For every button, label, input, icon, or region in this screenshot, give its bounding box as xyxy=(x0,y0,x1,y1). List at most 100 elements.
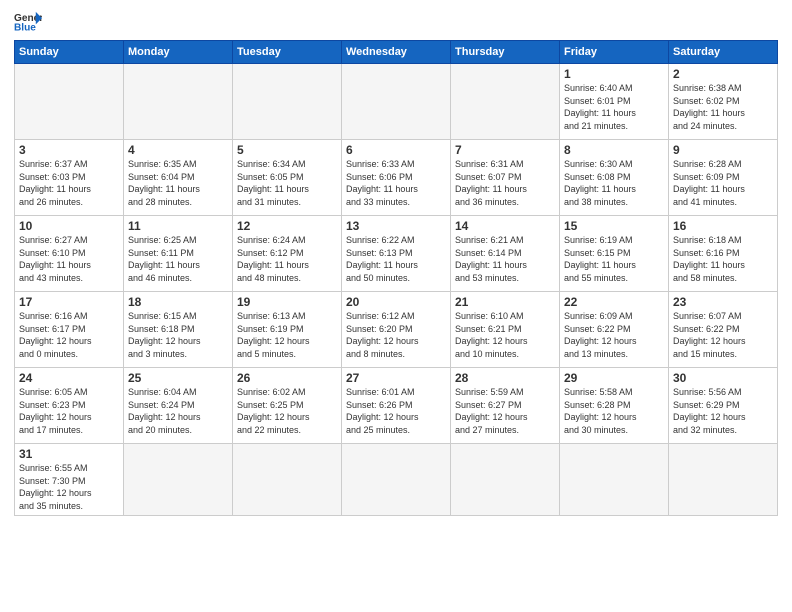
calendar-cell: 5Sunrise: 6:34 AM Sunset: 6:05 PM Daylig… xyxy=(233,140,342,216)
calendar-cell: 25Sunrise: 6:04 AM Sunset: 6:24 PM Dayli… xyxy=(124,368,233,444)
day-info: Sunrise: 5:58 AM Sunset: 6:28 PM Dayligh… xyxy=(564,386,664,436)
day-number: 22 xyxy=(564,295,664,309)
day-number: 1 xyxy=(564,67,664,81)
calendar-cell: 31Sunrise: 6:55 AM Sunset: 7:30 PM Dayli… xyxy=(15,444,124,516)
day-info: Sunrise: 6:12 AM Sunset: 6:20 PM Dayligh… xyxy=(346,310,446,360)
day-number: 26 xyxy=(237,371,337,385)
week-row-5: 31Sunrise: 6:55 AM Sunset: 7:30 PM Dayli… xyxy=(15,444,778,516)
day-number: 24 xyxy=(19,371,119,385)
header: General Blue xyxy=(14,10,778,34)
calendar-cell: 17Sunrise: 6:16 AM Sunset: 6:17 PM Dayli… xyxy=(15,292,124,368)
calendar-cell xyxy=(342,444,451,516)
day-number: 29 xyxy=(564,371,664,385)
week-row-2: 10Sunrise: 6:27 AM Sunset: 6:10 PM Dayli… xyxy=(15,216,778,292)
weekday-header-thursday: Thursday xyxy=(451,41,560,64)
logo: General Blue xyxy=(14,10,42,34)
week-row-1: 3Sunrise: 6:37 AM Sunset: 6:03 PM Daylig… xyxy=(15,140,778,216)
day-info: Sunrise: 6:10 AM Sunset: 6:21 PM Dayligh… xyxy=(455,310,555,360)
day-number: 25 xyxy=(128,371,228,385)
week-row-3: 17Sunrise: 6:16 AM Sunset: 6:17 PM Dayli… xyxy=(15,292,778,368)
calendar-cell: 22Sunrise: 6:09 AM Sunset: 6:22 PM Dayli… xyxy=(560,292,669,368)
weekday-header-saturday: Saturday xyxy=(669,41,778,64)
weekday-header-wednesday: Wednesday xyxy=(342,41,451,64)
week-row-0: 1Sunrise: 6:40 AM Sunset: 6:01 PM Daylig… xyxy=(15,64,778,140)
day-info: Sunrise: 6:33 AM Sunset: 6:06 PM Dayligh… xyxy=(346,158,446,208)
calendar-cell: 21Sunrise: 6:10 AM Sunset: 6:21 PM Dayli… xyxy=(451,292,560,368)
svg-text:Blue: Blue xyxy=(14,23,36,34)
calendar-cell: 1Sunrise: 6:40 AM Sunset: 6:01 PM Daylig… xyxy=(560,64,669,140)
calendar-cell: 23Sunrise: 6:07 AM Sunset: 6:22 PM Dayli… xyxy=(669,292,778,368)
calendar-cell: 4Sunrise: 6:35 AM Sunset: 6:04 PM Daylig… xyxy=(124,140,233,216)
calendar-cell xyxy=(669,444,778,516)
calendar-cell: 7Sunrise: 6:31 AM Sunset: 6:07 PM Daylig… xyxy=(451,140,560,216)
day-info: Sunrise: 6:40 AM Sunset: 6:01 PM Dayligh… xyxy=(564,82,664,132)
weekday-header-row: SundayMondayTuesdayWednesdayThursdayFrid… xyxy=(15,41,778,64)
day-info: Sunrise: 6:04 AM Sunset: 6:24 PM Dayligh… xyxy=(128,386,228,436)
calendar-cell: 12Sunrise: 6:24 AM Sunset: 6:12 PM Dayli… xyxy=(233,216,342,292)
calendar-cell: 16Sunrise: 6:18 AM Sunset: 6:16 PM Dayli… xyxy=(669,216,778,292)
day-info: Sunrise: 6:28 AM Sunset: 6:09 PM Dayligh… xyxy=(673,158,773,208)
calendar-cell: 28Sunrise: 5:59 AM Sunset: 6:27 PM Dayli… xyxy=(451,368,560,444)
calendar: SundayMondayTuesdayWednesdayThursdayFrid… xyxy=(14,40,778,516)
calendar-cell: 26Sunrise: 6:02 AM Sunset: 6:25 PM Dayli… xyxy=(233,368,342,444)
day-info: Sunrise: 6:34 AM Sunset: 6:05 PM Dayligh… xyxy=(237,158,337,208)
day-info: Sunrise: 6:16 AM Sunset: 6:17 PM Dayligh… xyxy=(19,310,119,360)
day-number: 11 xyxy=(128,219,228,233)
day-info: Sunrise: 6:27 AM Sunset: 6:10 PM Dayligh… xyxy=(19,234,119,284)
calendar-cell: 8Sunrise: 6:30 AM Sunset: 6:08 PM Daylig… xyxy=(560,140,669,216)
day-number: 7 xyxy=(455,143,555,157)
day-number: 31 xyxy=(19,447,119,461)
day-info: Sunrise: 6:18 AM Sunset: 6:16 PM Dayligh… xyxy=(673,234,773,284)
calendar-cell: 11Sunrise: 6:25 AM Sunset: 6:11 PM Dayli… xyxy=(124,216,233,292)
day-number: 6 xyxy=(346,143,446,157)
day-number: 27 xyxy=(346,371,446,385)
day-info: Sunrise: 6:07 AM Sunset: 6:22 PM Dayligh… xyxy=(673,310,773,360)
calendar-cell: 20Sunrise: 6:12 AM Sunset: 6:20 PM Dayli… xyxy=(342,292,451,368)
day-info: Sunrise: 5:56 AM Sunset: 6:29 PM Dayligh… xyxy=(673,386,773,436)
calendar-cell: 6Sunrise: 6:33 AM Sunset: 6:06 PM Daylig… xyxy=(342,140,451,216)
calendar-cell: 14Sunrise: 6:21 AM Sunset: 6:14 PM Dayli… xyxy=(451,216,560,292)
day-info: Sunrise: 6:02 AM Sunset: 6:25 PM Dayligh… xyxy=(237,386,337,436)
day-info: Sunrise: 6:21 AM Sunset: 6:14 PM Dayligh… xyxy=(455,234,555,284)
day-info: Sunrise: 6:22 AM Sunset: 6:13 PM Dayligh… xyxy=(346,234,446,284)
day-number: 23 xyxy=(673,295,773,309)
day-number: 17 xyxy=(19,295,119,309)
calendar-cell xyxy=(15,64,124,140)
day-number: 21 xyxy=(455,295,555,309)
calendar-cell: 18Sunrise: 6:15 AM Sunset: 6:18 PM Dayli… xyxy=(124,292,233,368)
day-info: Sunrise: 6:38 AM Sunset: 6:02 PM Dayligh… xyxy=(673,82,773,132)
calendar-cell: 24Sunrise: 6:05 AM Sunset: 6:23 PM Dayli… xyxy=(15,368,124,444)
day-number: 10 xyxy=(19,219,119,233)
calendar-cell: 3Sunrise: 6:37 AM Sunset: 6:03 PM Daylig… xyxy=(15,140,124,216)
day-number: 8 xyxy=(564,143,664,157)
day-info: Sunrise: 6:37 AM Sunset: 6:03 PM Dayligh… xyxy=(19,158,119,208)
calendar-cell: 9Sunrise: 6:28 AM Sunset: 6:09 PM Daylig… xyxy=(669,140,778,216)
week-row-4: 24Sunrise: 6:05 AM Sunset: 6:23 PM Dayli… xyxy=(15,368,778,444)
calendar-cell: 27Sunrise: 6:01 AM Sunset: 6:26 PM Dayli… xyxy=(342,368,451,444)
day-info: Sunrise: 6:19 AM Sunset: 6:15 PM Dayligh… xyxy=(564,234,664,284)
day-number: 16 xyxy=(673,219,773,233)
day-number: 2 xyxy=(673,67,773,81)
day-number: 4 xyxy=(128,143,228,157)
day-number: 18 xyxy=(128,295,228,309)
day-info: Sunrise: 6:05 AM Sunset: 6:23 PM Dayligh… xyxy=(19,386,119,436)
day-number: 19 xyxy=(237,295,337,309)
day-info: Sunrise: 6:25 AM Sunset: 6:11 PM Dayligh… xyxy=(128,234,228,284)
weekday-header-sunday: Sunday xyxy=(15,41,124,64)
calendar-cell: 19Sunrise: 6:13 AM Sunset: 6:19 PM Dayli… xyxy=(233,292,342,368)
day-info: Sunrise: 6:30 AM Sunset: 6:08 PM Dayligh… xyxy=(564,158,664,208)
day-number: 3 xyxy=(19,143,119,157)
day-number: 20 xyxy=(346,295,446,309)
calendar-cell xyxy=(124,444,233,516)
calendar-cell xyxy=(124,64,233,140)
day-number: 12 xyxy=(237,219,337,233)
day-info: Sunrise: 6:31 AM Sunset: 6:07 PM Dayligh… xyxy=(455,158,555,208)
day-number: 30 xyxy=(673,371,773,385)
day-number: 5 xyxy=(237,143,337,157)
generalblue-icon: General Blue xyxy=(14,10,42,34)
calendar-cell: 30Sunrise: 5:56 AM Sunset: 6:29 PM Dayli… xyxy=(669,368,778,444)
calendar-cell: 2Sunrise: 6:38 AM Sunset: 6:02 PM Daylig… xyxy=(669,64,778,140)
calendar-cell: 10Sunrise: 6:27 AM Sunset: 6:10 PM Dayli… xyxy=(15,216,124,292)
day-number: 13 xyxy=(346,219,446,233)
calendar-cell xyxy=(233,444,342,516)
